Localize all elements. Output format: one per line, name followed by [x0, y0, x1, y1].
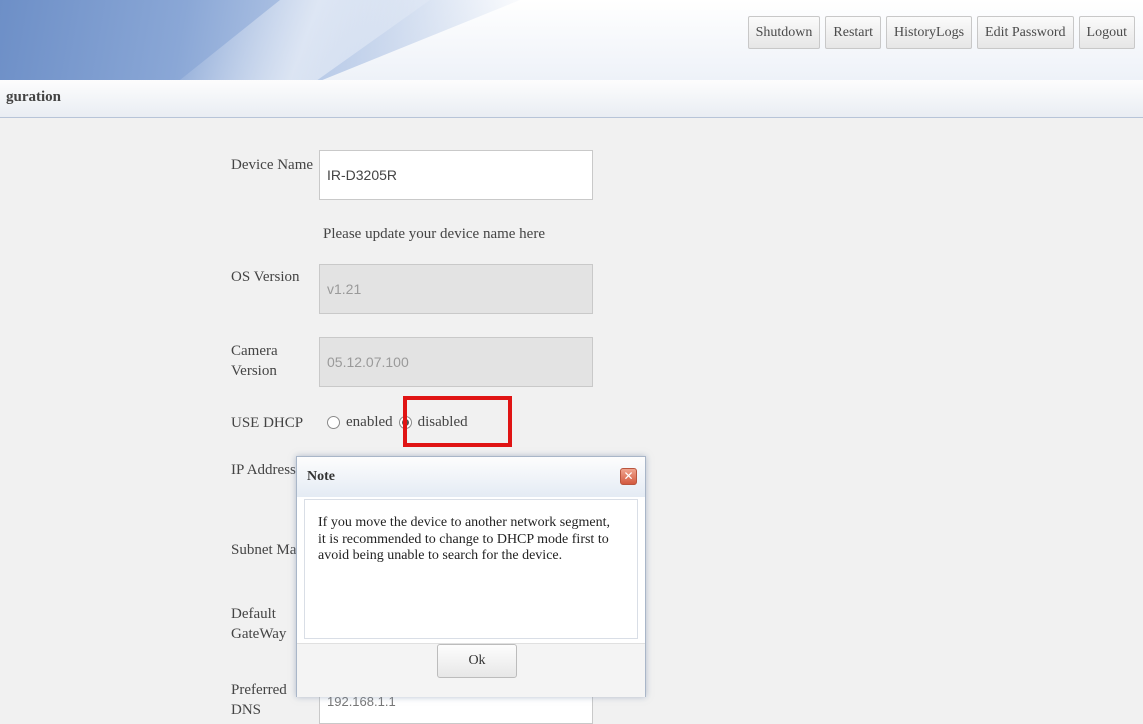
dhcp-enabled-label[interactable]: enabled [346, 414, 393, 431]
camera-version-label: Camera Version [231, 343, 278, 379]
history-logs-button[interactable]: HistoryLogs [886, 16, 973, 49]
ip-address-label: IP Address [231, 462, 296, 478]
camera-version-field: 05.12.07.100 [319, 337, 593, 387]
top-nav: Shutdown Restart HistoryLogs Edit Passwo… [747, 16, 1135, 49]
section-title-bar: guration [0, 80, 1143, 118]
edit-password-button[interactable]: Edit Password [977, 16, 1074, 49]
ok-button[interactable]: Ok [437, 644, 517, 678]
use-dhcp-label: USE DHCP [231, 415, 304, 431]
shutdown-button[interactable]: Shutdown [747, 16, 821, 49]
highlight-box [403, 396, 512, 447]
dhcp-enabled-radio[interactable] [327, 416, 340, 429]
dialog-message: If you move the device to another networ… [318, 515, 610, 563]
device-name-hint: Please update your device name here [323, 226, 545, 242]
dialog-header: Note ✕ [297, 457, 645, 497]
note-dialog: Note ✕ If you move the device to another… [296, 456, 646, 697]
page-title: guration [6, 89, 62, 105]
dialog-title: Note [307, 469, 335, 484]
os-version-field: v1.21 [319, 264, 593, 314]
preferred-dns-input[interactable]: 192.168.1.1 [319, 694, 593, 724]
preferred-dns-label: Preferred DNS [231, 682, 287, 718]
device-name-input[interactable]: IR-D3205R [319, 150, 593, 200]
subnet-mask-label: Subnet Ma [231, 542, 297, 558]
dialog-body: If you move the device to another networ… [304, 499, 638, 639]
dialog-footer: Ok [297, 643, 645, 697]
logout-button[interactable]: Logout [1078, 16, 1135, 49]
device-name-label: Device Name [231, 157, 314, 173]
close-icon[interactable]: ✕ [620, 468, 637, 485]
header-banner: Shutdown Restart HistoryLogs Edit Passwo… [0, 0, 1143, 80]
os-version-label: OS Version [231, 269, 300, 285]
restart-button[interactable]: Restart [825, 16, 882, 49]
default-gateway-label: Default GateWay [231, 606, 287, 642]
